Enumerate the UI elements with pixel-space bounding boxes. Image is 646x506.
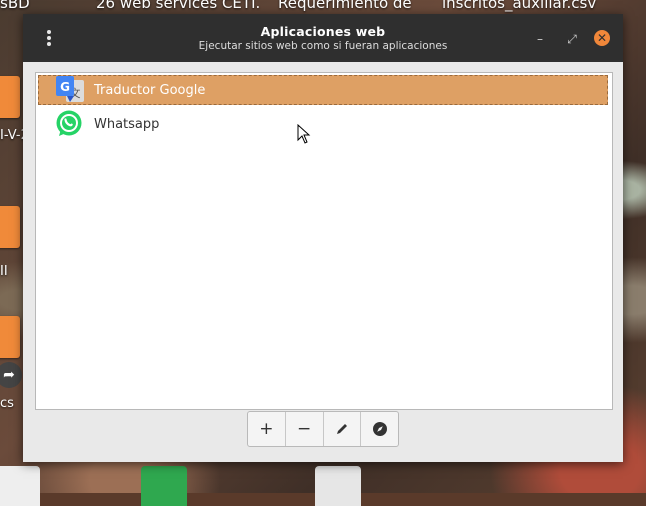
desktop-file-label[interactable]: II [0, 264, 8, 279]
launch-button[interactable] [361, 412, 398, 446]
desktop-folder-icon[interactable] [0, 206, 20, 248]
close-button[interactable]: ✕ [594, 30, 610, 46]
desktop-document-icon[interactable] [315, 466, 361, 506]
desktop-file-label[interactable]: Requerimiento de [278, 0, 412, 12]
minimize-button[interactable]: – [531, 30, 549, 48]
desktop-document-icon[interactable] [0, 466, 40, 506]
desktop-folder-icon[interactable] [0, 316, 20, 358]
add-button[interactable]: + [248, 412, 286, 446]
desktop-file-label[interactable]: cs [0, 396, 14, 411]
minus-icon: − [297, 419, 312, 439]
compass-icon [372, 422, 387, 436]
edit-button[interactable] [324, 412, 362, 446]
desktop-file-label[interactable]: sBD [0, 0, 30, 12]
edit-pencil-icon [336, 424, 347, 434]
plus-icon: + [259, 419, 274, 439]
desktop-file-label[interactable]: 26 web services CETI. [96, 0, 260, 12]
whatsapp-icon [55, 109, 85, 139]
desktop-file-label[interactable]: inscritos_auxiliar.csv [442, 0, 596, 12]
mouse-cursor-icon [297, 124, 311, 144]
desktop-spreadsheet-icon[interactable] [141, 466, 187, 506]
list-item-label: Whatsapp [94, 116, 160, 132]
google-translate-icon: 文 G [55, 75, 85, 105]
remove-button[interactable]: − [286, 412, 324, 446]
svg-text:G: G [60, 80, 70, 94]
list-item[interactable]: 文 G Traductor Google [38, 75, 608, 105]
window-titlebar[interactable]: Aplicaciones web Ejecutar sitios web com… [23, 14, 623, 62]
maximize-button[interactable]: ⤢ [563, 30, 581, 48]
list-item[interactable]: Whatsapp [38, 109, 608, 139]
webapps-list: 文 G Traductor Google Whatsapp [35, 72, 613, 410]
webapps-window: Aplicaciones web Ejecutar sitios web com… [23, 14, 623, 462]
desktop-folder-icon[interactable] [0, 76, 20, 118]
list-item-label: Traductor Google [94, 82, 206, 98]
list-toolbar: + − [247, 411, 399, 447]
